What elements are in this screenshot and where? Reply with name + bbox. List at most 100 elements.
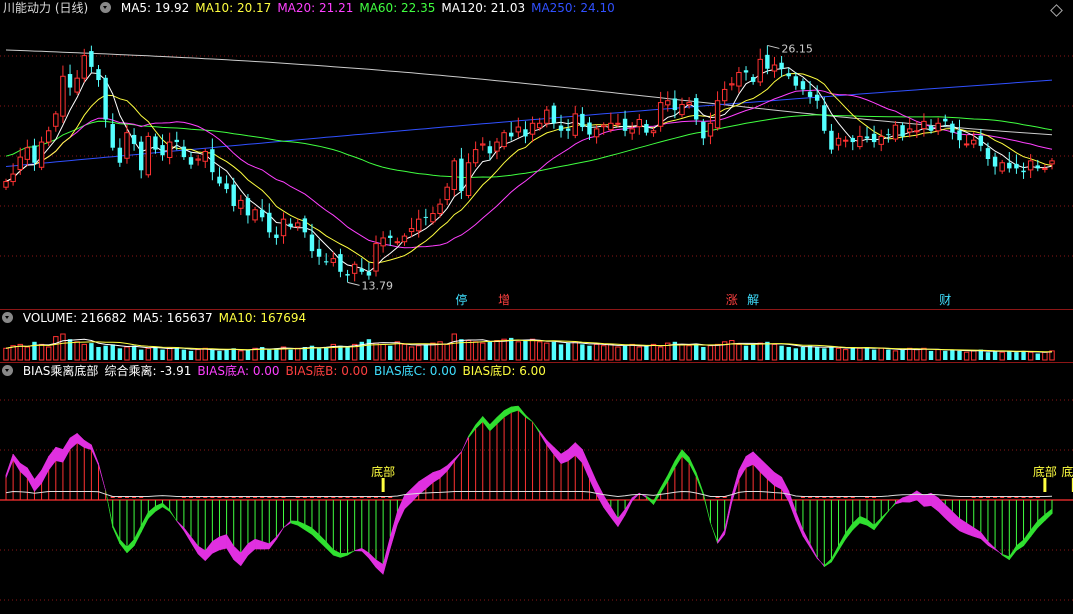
- candle: [935, 122, 941, 132]
- candle: [238, 199, 244, 209]
- bias-ribbon: [945, 504, 953, 526]
- candle: [963, 143, 970, 146]
- legend-item: 综合乘离: -3.91: [104, 364, 192, 378]
- volume-pane[interactable]: VOLUME: 216682 MA5: 165637 MA10: 167694: [0, 310, 1073, 362]
- candle: [366, 271, 372, 276]
- volume-bar: [188, 350, 194, 360]
- volume-bar: [117, 348, 123, 360]
- volume-bar: [857, 347, 863, 361]
- volume-bar: [601, 345, 607, 361]
- bias-ribbon: [667, 460, 676, 482]
- candle: [835, 137, 842, 146]
- volume-bar: [202, 347, 208, 361]
- candle: [38, 141, 45, 168]
- volume-bar: [657, 346, 664, 361]
- candle: [536, 122, 543, 129]
- price-pane[interactable]: 川能动力 (日线) MA5: 19.92 MA10: 20.17 MA20: 21.…: [0, 0, 1073, 309]
- price-legend: 川能动力 (日线) MA5: 19.92 MA10: 20.17 MA20: 21.…: [0, 0, 627, 16]
- collapse-icon[interactable]: [2, 312, 13, 323]
- bias-ribbon: [190, 536, 199, 555]
- bias-ribbon: [873, 517, 882, 531]
- stock-title: 川能动力 (日线): [3, 1, 89, 15]
- volume-bar: [551, 341, 557, 360]
- bias-ribbon: [404, 487, 412, 510]
- ma10-line: [5, 72, 1053, 264]
- bias-ribbon: [575, 441, 583, 464]
- high-pointer: [767, 44, 780, 49]
- volume-bar: [963, 351, 970, 361]
- candle: [231, 184, 236, 206]
- collapse-icon[interactable]: [100, 2, 112, 13]
- candle: [878, 135, 884, 145]
- candle: [864, 136, 870, 139]
- volume-bar: [338, 345, 343, 360]
- bias-ribbon: [930, 492, 939, 512]
- legend-item: MA120: 21.03: [441, 1, 526, 15]
- bias-ribbon: [19, 462, 28, 479]
- candle: [401, 235, 408, 243]
- bias-chart[interactable]: 底部底部底部: [0, 363, 1073, 614]
- collapse-icon[interactable]: [2, 365, 13, 376]
- volume-bar: [131, 345, 137, 360]
- legend-item: MA60: 22.35: [359, 1, 436, 15]
- bottom-signal-label: 底部: [1033, 464, 1057, 479]
- candle: [814, 94, 820, 101]
- volume-bar: [544, 342, 550, 361]
- candle: [892, 124, 899, 140]
- candle: [103, 77, 108, 120]
- candle: [686, 102, 692, 105]
- volume-bar: [32, 341, 37, 360]
- candle: [288, 223, 293, 227]
- candle: [857, 135, 863, 148]
- candle: [217, 176, 222, 184]
- volume-bar: [686, 345, 692, 361]
- candle: [459, 158, 464, 191]
- volume-bar: [636, 346, 642, 361]
- volume-bar: [373, 342, 379, 361]
- bias-ribbon: [212, 536, 220, 554]
- candle: [957, 130, 962, 141]
- candle: [501, 132, 507, 148]
- bias-ribbon: [660, 474, 669, 494]
- bias-ribbon: [112, 525, 121, 544]
- volume-bar: [707, 345, 714, 361]
- candle: [45, 130, 52, 143]
- bias-ribbon: [382, 536, 391, 575]
- volume-bar: [394, 341, 401, 361]
- bias-ribbon: [880, 510, 889, 522]
- candle: [871, 133, 877, 143]
- price-chart[interactable]: 26.15 13.79 停 增 涨解 财: [0, 0, 1073, 309]
- legend-item: BIAS乘离底部: [22, 364, 99, 378]
- event-marker: 涨: [726, 292, 738, 307]
- volume-bar: [864, 347, 870, 360]
- volume-bar: [416, 345, 422, 361]
- candle: [267, 212, 272, 233]
- ma5-line: [5, 67, 1053, 273]
- bias-ribbon: [375, 559, 384, 575]
- bias-ribbon: [325, 541, 334, 556]
- volume-bar: [124, 346, 130, 361]
- volume-bar: [380, 343, 386, 361]
- volume-bar: [444, 343, 450, 361]
- bias-ribbon: [48, 446, 57, 471]
- bias-ribbon: [276, 526, 284, 541]
- legend-item: MA20: 21.21: [277, 1, 354, 15]
- volume-bar: [714, 343, 721, 361]
- volume-bar: [750, 344, 756, 360]
- volume-bar: [886, 349, 891, 360]
- candle: [145, 135, 152, 176]
- volume-bar: [644, 345, 649, 360]
- volume-bar: [793, 348, 799, 360]
- volume-bar: [3, 347, 9, 361]
- bias-ribbon: [1037, 513, 1046, 529]
- bias-ribbon: [148, 505, 156, 519]
- candle: [842, 139, 849, 142]
- bias-ribbon: [952, 510, 960, 532]
- bias-ribbon: [197, 545, 206, 562]
- candle: [971, 139, 977, 145]
- volume-bar: [850, 347, 855, 360]
- bias-ribbon: [553, 446, 562, 465]
- volume-bar: [138, 349, 144, 360]
- bias-pane[interactable]: BIAS乘离底部 综合乘离: -3.91 BIAS底A: 0.00 BIAS底B: 0…: [0, 363, 1073, 614]
- volume-bar: [1007, 350, 1012, 360]
